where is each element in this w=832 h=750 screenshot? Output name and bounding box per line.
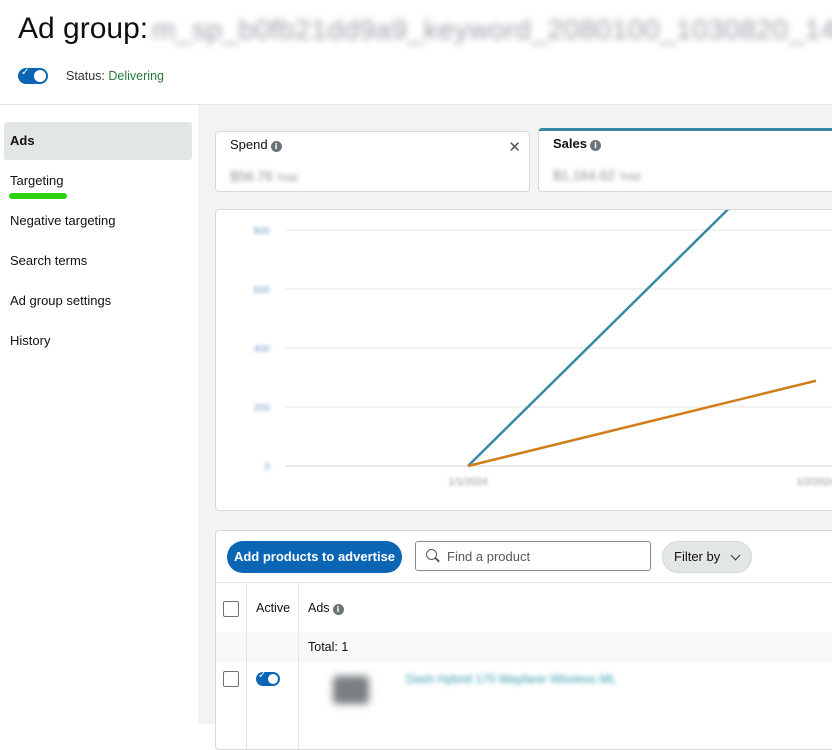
status-text: Status: Delivering xyxy=(66,69,164,83)
column-header-ads-label: Ads xyxy=(308,601,330,615)
add-products-button[interactable]: Add products to advertise xyxy=(227,541,402,573)
row-checkbox[interactable] xyxy=(223,671,239,687)
x-tick-label: 1/2/2024 xyxy=(797,477,832,488)
y-tick-label: 200 xyxy=(253,403,270,414)
search-icon xyxy=(426,549,437,560)
chart-svg: 0 200 400 600 800 1/1/2024 1/2/2024 xyxy=(253,210,832,488)
search-input[interactable]: Find a product xyxy=(415,541,651,571)
product-name-link[interactable]: Dash Hybrid 170 Wayfarer Wireless ML xyxy=(406,672,616,686)
sidebar-item-ad-group-settings[interactable]: Ad group settings xyxy=(4,282,192,320)
filter-label: Filter by xyxy=(674,549,721,564)
sidebar-item-search-terms[interactable]: Search terms xyxy=(4,242,192,280)
select-all-checkbox[interactable] xyxy=(223,601,239,617)
column-header-ads[interactable]: Ads i xyxy=(308,601,344,615)
metric-suffix: Total xyxy=(276,173,298,184)
ads-table-card: Add products to advertise Find a product… xyxy=(215,530,832,750)
column-divider xyxy=(246,582,247,749)
page-header: Ad group: m_sp_b0fb21dd9a9_keyword_20801… xyxy=(0,0,832,105)
metric-label-text: Sales xyxy=(553,136,587,151)
filter-button[interactable]: Filter by xyxy=(662,541,752,573)
y-tick-label: 0 xyxy=(264,462,270,473)
highlight-underline xyxy=(9,193,67,199)
sidebar-item-negative-targeting[interactable]: Negative targeting xyxy=(4,202,192,240)
series-line-1 xyxy=(467,379,817,468)
info-icon[interactable]: i xyxy=(589,140,601,151)
chevron-down-icon xyxy=(730,550,741,561)
status-toggle[interactable]: ✓ xyxy=(18,67,48,84)
y-tick-label: 800 xyxy=(253,226,270,237)
metric-value: $1,164.62 Total xyxy=(553,167,640,183)
metric-value-text: $56.76 xyxy=(230,168,273,184)
metric-label-text: Spend xyxy=(230,137,268,152)
ad-active-toggle[interactable]: ✓ xyxy=(256,670,280,686)
info-icon[interactable]: i xyxy=(270,141,282,152)
y-tick-label: 400 xyxy=(253,344,270,355)
ad-group-name: m_sp_b0fb21dd9a9_keyword_2080100_1030820… xyxy=(152,14,832,45)
table-header: Active Ads i xyxy=(216,582,832,634)
metric-label: Spend i xyxy=(230,137,282,152)
toggle-knob xyxy=(34,70,46,82)
status-value: Delivering xyxy=(108,69,164,83)
close-icon[interactable]: ✕ xyxy=(508,138,521,156)
total-row: Total: 1 xyxy=(216,632,832,663)
metric-card-sales[interactable]: Sales i $1,164.62 Total xyxy=(538,128,832,192)
sidebar-item-ads[interactable]: Ads xyxy=(4,122,192,160)
performance-chart: 0 200 400 600 800 1/1/2024 1/2/2024 xyxy=(215,209,832,511)
check-icon: ✓ xyxy=(21,67,30,78)
search-placeholder: Find a product xyxy=(447,549,531,564)
column-divider xyxy=(298,582,299,749)
page-title: Ad group: xyxy=(18,12,149,45)
info-icon[interactable]: i xyxy=(332,604,344,615)
sidebar-nav: Ads Targeting Negative targeting Search … xyxy=(0,105,198,724)
check-icon: ✓ xyxy=(258,670,267,681)
sidebar-item-history[interactable]: History xyxy=(4,322,192,360)
total-label: Total: 1 xyxy=(308,640,349,654)
metric-value: $56.76 Total xyxy=(230,168,298,184)
metric-value-text: $1,164.62 xyxy=(553,167,616,183)
metric-card-spend[interactable]: Spend i $56.76 Total ✕ xyxy=(215,131,530,192)
x-tick-label: 1/1/2024 xyxy=(449,477,488,488)
metric-label: Sales i xyxy=(553,136,601,151)
status-label: Status: xyxy=(66,69,109,83)
series-line-0 xyxy=(467,210,730,467)
table-row: ✓ Dash Hybrid 170 Wayfarer Wireless ML xyxy=(216,662,832,749)
y-tick-label: 600 xyxy=(253,285,270,296)
metric-suffix: Total xyxy=(619,172,641,183)
toggle-knob xyxy=(268,674,278,684)
column-header-active[interactable]: Active xyxy=(256,601,290,615)
product-thumbnail[interactable] xyxy=(333,676,369,704)
